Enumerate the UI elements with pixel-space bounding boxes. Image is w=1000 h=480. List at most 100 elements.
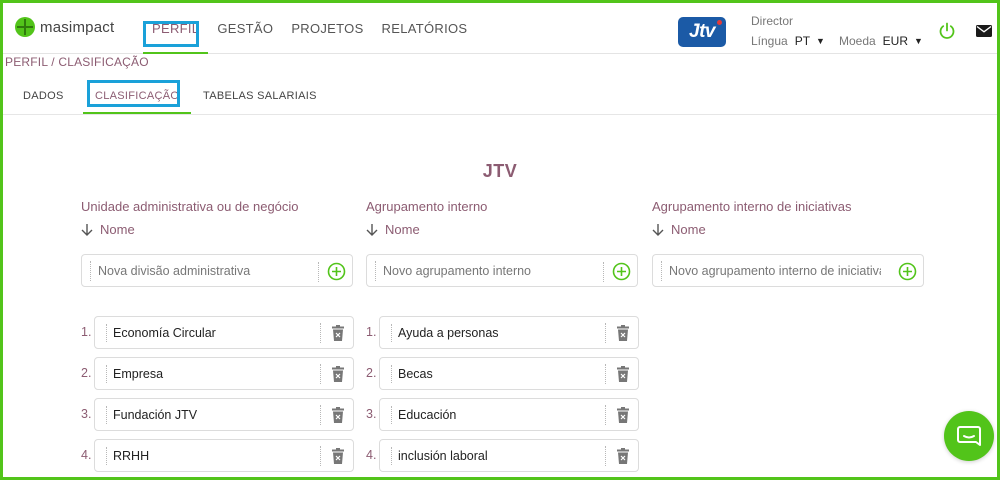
language-label: Língua bbox=[751, 34, 788, 48]
breadcrumb: PERFIL / CLASIFICAÇÃO bbox=[5, 55, 149, 69]
power-icon[interactable] bbox=[938, 22, 956, 40]
column-initiatives-grouping: Agrupamento interno de iniciativas Nome bbox=[652, 199, 924, 287]
item-field[interactable]: Becas bbox=[379, 357, 639, 390]
mail-icon[interactable] bbox=[976, 25, 992, 37]
new-internal-grouping-input[interactable] bbox=[375, 260, 595, 281]
sort-label: Nome bbox=[100, 222, 135, 237]
item-field[interactable]: Fundación JTV bbox=[94, 398, 354, 431]
item-label[interactable]: RRHH bbox=[106, 447, 149, 465]
app-logo-text: masimpact bbox=[40, 18, 115, 36]
chevron-down-icon[interactable]: ▼ bbox=[816, 36, 825, 46]
divider bbox=[603, 262, 604, 282]
user-role: Director bbox=[751, 14, 794, 28]
trash-icon[interactable] bbox=[332, 325, 344, 341]
item-number: 4. bbox=[366, 448, 377, 462]
divider bbox=[320, 405, 321, 425]
new-item-field bbox=[81, 254, 353, 287]
brand-dot bbox=[717, 20, 722, 25]
column-title: Unidade administrativa ou de negócio bbox=[81, 199, 299, 214]
item-label[interactable]: Ayuda a personas bbox=[391, 324, 499, 342]
main-nav: PERFIL GESTÃO PROJETOS RELATÓRIOS bbox=[143, 3, 476, 54]
item-label[interactable]: Becas bbox=[391, 365, 433, 383]
list-item: 3. Fundación JTV bbox=[81, 398, 356, 431]
nav-item-gestao[interactable]: GESTÃO bbox=[208, 3, 282, 54]
sort-by-name[interactable]: Nome bbox=[652, 222, 851, 237]
trash-icon[interactable] bbox=[617, 366, 629, 382]
item-label[interactable]: Economía Circular bbox=[106, 324, 216, 342]
sort-by-name[interactable]: Nome bbox=[81, 222, 299, 237]
app-logo[interactable]: masimpact bbox=[15, 17, 114, 37]
divider bbox=[320, 364, 321, 384]
tab-label: TABELAS SALARIAIS bbox=[203, 90, 317, 102]
language-select[interactable]: PT bbox=[795, 34, 810, 48]
column-admin-units: Unidade administrativa ou de negócio Nom… bbox=[81, 199, 354, 472]
list-item: 1. Economía Circular bbox=[81, 316, 356, 349]
list-item: 2. Empresa bbox=[81, 357, 356, 390]
add-circle-icon[interactable] bbox=[898, 262, 917, 281]
item-number: 2. bbox=[366, 366, 377, 380]
chat-icon bbox=[957, 426, 981, 446]
item-number: 1. bbox=[366, 325, 377, 339]
tab-dados[interactable]: DADOS bbox=[23, 78, 64, 114]
add-circle-icon[interactable] bbox=[612, 262, 631, 281]
trash-icon[interactable] bbox=[617, 407, 629, 423]
trash-icon[interactable] bbox=[332, 448, 344, 464]
new-initiatives-grouping-input[interactable] bbox=[661, 260, 881, 281]
nav-item-relatorios[interactable]: RELATÓRIOS bbox=[373, 3, 477, 54]
divider bbox=[605, 446, 606, 466]
trash-icon[interactable] bbox=[332, 366, 344, 382]
item-label[interactable]: Educación bbox=[391, 406, 456, 424]
column-title: Agrupamento interno bbox=[366, 199, 488, 214]
company-title: JTV bbox=[482, 161, 518, 181]
new-admin-division-input[interactable] bbox=[90, 260, 310, 281]
tab-tabelas-salariais[interactable]: TABELAS SALARIAIS bbox=[203, 78, 317, 114]
currency-label: Moeda bbox=[838, 34, 876, 48]
item-field[interactable]: Economía Circular bbox=[94, 316, 354, 349]
nav-item-label: RELATÓRIOS bbox=[381, 21, 468, 36]
item-field[interactable]: inclusión laboral bbox=[379, 439, 639, 472]
highlight-box bbox=[143, 21, 199, 47]
highlight-box bbox=[87, 80, 180, 107]
nav-item-projetos[interactable]: PROJETOS bbox=[282, 3, 372, 54]
tab-clasificacao[interactable]: CLASIFICAÇÃO bbox=[82, 78, 192, 114]
item-label[interactable]: Fundación JTV bbox=[106, 406, 197, 424]
item-number: 2. bbox=[81, 366, 92, 380]
column-title: Agrupamento interno de iniciativas bbox=[652, 199, 852, 214]
nav-item-label: GESTÃO bbox=[217, 21, 274, 36]
trash-icon[interactable] bbox=[617, 325, 629, 341]
top-header: masimpact PERFIL GESTÃO PROJETOS RELATÓR… bbox=[3, 3, 997, 54]
item-label[interactable]: inclusión laboral bbox=[391, 447, 488, 465]
item-label[interactable]: Empresa bbox=[106, 365, 163, 383]
trash-icon[interactable] bbox=[332, 407, 344, 423]
item-number: 1. bbox=[81, 325, 92, 339]
sort-label: Nome bbox=[671, 222, 706, 237]
trash-icon[interactable] bbox=[617, 448, 629, 464]
new-item-field bbox=[366, 254, 638, 287]
chevron-down-icon[interactable]: ▼ bbox=[914, 36, 923, 46]
divider bbox=[605, 323, 606, 343]
arrow-down-icon bbox=[652, 223, 664, 236]
tab-label: DADOS bbox=[23, 90, 64, 102]
divider bbox=[320, 323, 321, 343]
arrow-down-icon bbox=[366, 223, 378, 236]
item-field[interactable]: Educación bbox=[379, 398, 639, 431]
masimpact-logo-icon bbox=[15, 17, 35, 37]
add-circle-icon[interactable] bbox=[327, 262, 346, 281]
list-item: 4. RRHH bbox=[81, 439, 356, 472]
currency-select[interactable]: EUR bbox=[883, 34, 908, 48]
sort-by-name[interactable]: Nome bbox=[366, 222, 487, 237]
divider bbox=[318, 262, 319, 282]
nav-item-perfil[interactable]: PERFIL bbox=[143, 3, 209, 54]
item-field[interactable]: Ayuda a personas bbox=[379, 316, 639, 349]
item-field[interactable]: Empresa bbox=[94, 357, 354, 390]
arrow-down-icon bbox=[81, 223, 93, 236]
item-field[interactable]: RRHH bbox=[94, 439, 354, 472]
divider bbox=[605, 364, 606, 384]
sub-tabs: DADOS CLASIFICAÇÃO TABELAS SALARIAIS bbox=[3, 78, 997, 115]
item-number: 3. bbox=[81, 407, 92, 421]
list-item: 1. Ayuda a personas bbox=[366, 316, 641, 349]
list-item: 2. Becas bbox=[366, 357, 641, 390]
chat-button[interactable] bbox=[944, 411, 994, 461]
nav-item-label: PROJETOS bbox=[291, 21, 364, 36]
user-settings: Director Língua PT ▼ Moeda EUR ▼ bbox=[751, 14, 933, 48]
